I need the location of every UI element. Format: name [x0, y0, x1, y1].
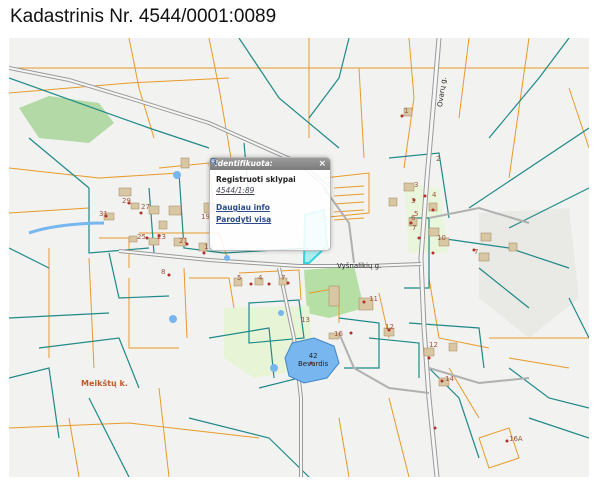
- house-number: 23: [157, 233, 166, 241]
- house-number: 3: [411, 197, 416, 205]
- house-number: 7: [281, 274, 286, 282]
- pond: [169, 315, 177, 323]
- house-number: 4: [258, 274, 263, 282]
- house-number: 4: [432, 191, 437, 199]
- parcel-link[interactable]: 4544/1:89: [216, 186, 324, 195]
- house-number: 3: [414, 181, 419, 189]
- magnifier-icon: [210, 158, 217, 165]
- field-area: [479, 208, 579, 338]
- house-number: 16A: [509, 435, 523, 443]
- lake-number: 42: [308, 352, 318, 360]
- identify-popup: Identifikuota: × Registruoti sklypai 454…: [209, 157, 331, 251]
- popup-title: Identifikuota:: [215, 159, 273, 168]
- house-number: 27: [141, 203, 150, 211]
- pond: [270, 364, 278, 372]
- map-canvas[interactable]: [9, 38, 589, 477]
- house-number: 1: [404, 107, 409, 115]
- forest-area: [19, 96, 114, 143]
- popup-header: Identifikuota: ×: [210, 158, 330, 170]
- popup-body: Registruoti sklypai 4544/1:89 Daugiau in…: [210, 158, 330, 229]
- house-number: 8: [161, 268, 166, 276]
- house-number: 10: [437, 234, 446, 242]
- house-number: 7: [412, 224, 417, 232]
- house-number: 12: [429, 341, 438, 349]
- house-number: 16: [334, 330, 343, 338]
- house-number: 6: [411, 214, 416, 222]
- more-info-label: Daugiau info: [216, 203, 270, 212]
- pond: [278, 310, 284, 316]
- lake-label: 42 Bevardis: [298, 352, 328, 368]
- lake-name: Bevardis: [298, 360, 329, 368]
- house-number: 2: [436, 155, 441, 163]
- house-number: 5: [237, 274, 242, 282]
- house-number: 21: [179, 237, 188, 245]
- close-icon[interactable]: ×: [318, 158, 326, 170]
- house-number: 13: [301, 316, 310, 324]
- house-number: 12: [385, 323, 394, 331]
- pond: [28, 221, 105, 235]
- pond: [173, 171, 181, 179]
- show-all-button[interactable]: Parodyti visą: [210, 158, 324, 224]
- village-label: Meikštų k.: [81, 379, 128, 388]
- show-all-label: Parodyti visą: [216, 215, 272, 224]
- house-number: 14: [445, 375, 454, 383]
- house-number: 31: [99, 210, 108, 218]
- house-number: 25: [137, 233, 146, 241]
- house-number: 29: [122, 197, 131, 205]
- page-title: Kadastrinis Nr. 4544/0001:0089: [10, 6, 277, 27]
- road-label-vysnuu: Vyšnalikių g.: [337, 262, 382, 270]
- popup-layer-name: Registruoti sklypai: [216, 175, 296, 184]
- house-number: 7: [474, 248, 479, 256]
- cadastral-map[interactable]: 1 3 2 3 4 5 6 7 7 10 11 12 13 16 12 14 1…: [9, 38, 589, 477]
- more-info-button[interactable]: Daugiau info: [210, 158, 324, 212]
- pond: [224, 255, 230, 261]
- house-number: 11: [369, 295, 378, 303]
